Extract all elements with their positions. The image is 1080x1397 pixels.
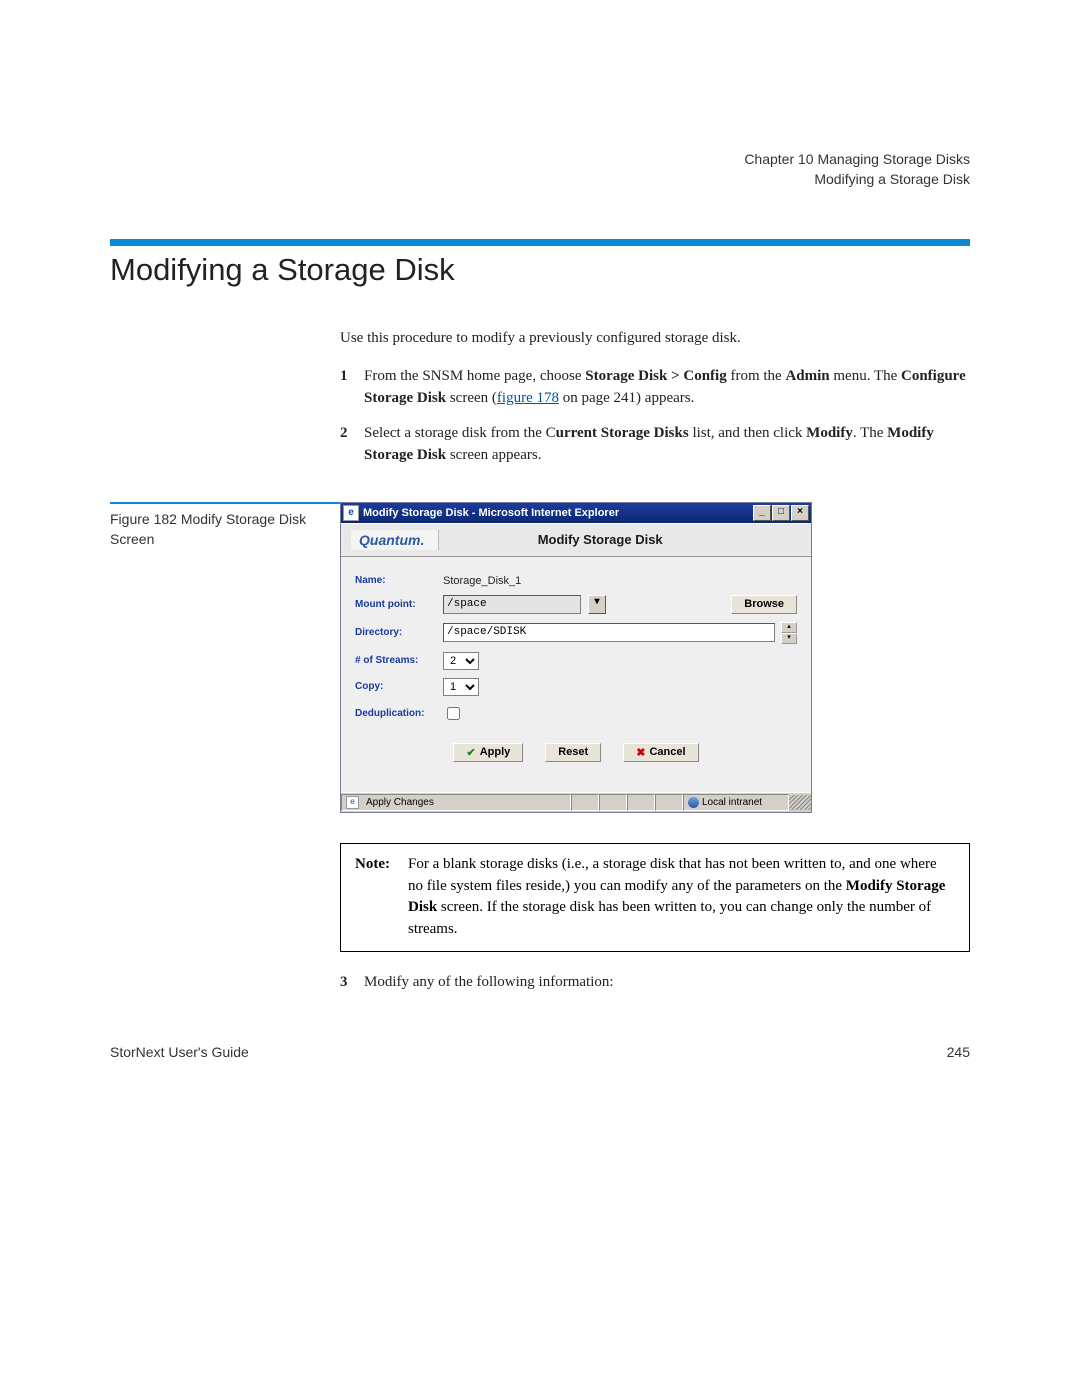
security-zone: Local intranet <box>702 797 762 808</box>
page-number: 245 <box>947 1044 970 1060</box>
value-name: Storage_Disk_1 <box>443 575 521 587</box>
brand-logo: Quantum. <box>351 530 439 550</box>
screenshot-window: e Modify Storage Disk - Microsoft Intern… <box>340 502 812 813</box>
chapter-line: Chapter 10 Managing Storage Disks <box>110 150 970 170</box>
reset-button[interactable]: Reset <box>545 743 601 762</box>
close-button[interactable]: × <box>791 505 809 521</box>
directory-input[interactable]: /space/SDISK <box>443 623 775 642</box>
figure-caption: Figure 182 Modify Storage Disk Screen <box>110 502 340 549</box>
chapter-header: Chapter 10 Managing Storage Disks Modify… <box>110 150 970 189</box>
step-1-text: From the SNSM home page, choose Storage … <box>364 366 970 410</box>
maximize-button[interactable]: □ <box>772 505 790 521</box>
chevron-down-icon[interactable]: ▾ <box>588 595 606 614</box>
resize-grip-icon[interactable] <box>789 795 811 810</box>
status-text: Apply Changes <box>366 797 434 808</box>
scroll-up-icon[interactable]: ▴ <box>781 622 797 633</box>
label-dedup: Deduplication: <box>355 708 437 719</box>
mount-point-select[interactable]: /space <box>443 595 581 614</box>
streams-select[interactable]: 2 <box>443 652 479 670</box>
page-title: Modifying a Storage Disk <box>110 252 970 288</box>
step-1: 1 From the SNSM home page, choose Storag… <box>340 366 970 410</box>
step-number: 2 <box>340 423 354 467</box>
note-box: Note: For a blank storage disks (i.e., a… <box>340 843 970 952</box>
browse-button[interactable]: Browse <box>731 595 797 614</box>
window-titlebar: e Modify Storage Disk - Microsoft Intern… <box>341 503 811 523</box>
step-2-text: Select a storage disk from the Current S… <box>364 423 970 467</box>
cancel-button[interactable]: ✖ Cancel <box>623 743 698 762</box>
x-icon: ✖ <box>636 746 645 759</box>
label-copy: Copy: <box>355 681 437 692</box>
directory-scroll[interactable]: ▴ ▾ <box>781 622 797 644</box>
figure-link[interactable]: figure 178 <box>497 390 559 406</box>
note-label: Note: <box>355 854 390 941</box>
label-mount: Mount point: <box>355 599 437 610</box>
dedup-checkbox[interactable] <box>447 707 460 720</box>
label-directory: Directory: <box>355 627 437 638</box>
dialog-title: Modify Storage Disk <box>439 532 801 547</box>
globe-icon <box>688 797 699 808</box>
section-line: Modifying a Storage Disk <box>110 170 970 190</box>
section-divider-bar <box>110 239 970 246</box>
page-footer: StorNext User's Guide 245 <box>110 1044 970 1060</box>
step-number: 1 <box>340 366 354 410</box>
intro-text: Use this procedure to modify a previousl… <box>340 328 970 350</box>
label-streams: # of Streams: <box>355 655 437 666</box>
check-icon: ✔ <box>466 746 475 759</box>
step-3-text: Modify any of the following information: <box>364 972 970 994</box>
status-bar: e Apply Changes Local intranet <box>341 792 811 812</box>
footer-left: StorNext User's Guide <box>110 1044 249 1060</box>
note-text: For a blank storage disks (i.e., a stora… <box>408 854 955 941</box>
apply-button[interactable]: ✔ Apply <box>453 743 523 762</box>
ie-icon: e <box>346 796 359 809</box>
ie-icon: e <box>343 505 359 521</box>
step-3: 3 Modify any of the following informatio… <box>340 972 970 994</box>
label-name: Name: <box>355 575 437 586</box>
step-number: 3 <box>340 972 354 994</box>
window-title: Modify Storage Disk - Microsoft Internet… <box>363 507 619 519</box>
minimize-button[interactable]: _ <box>753 505 771 521</box>
scroll-down-icon[interactable]: ▾ <box>781 633 797 644</box>
copy-select[interactable]: 1 <box>443 678 479 696</box>
step-2: 2 Select a storage disk from the Current… <box>340 423 970 467</box>
